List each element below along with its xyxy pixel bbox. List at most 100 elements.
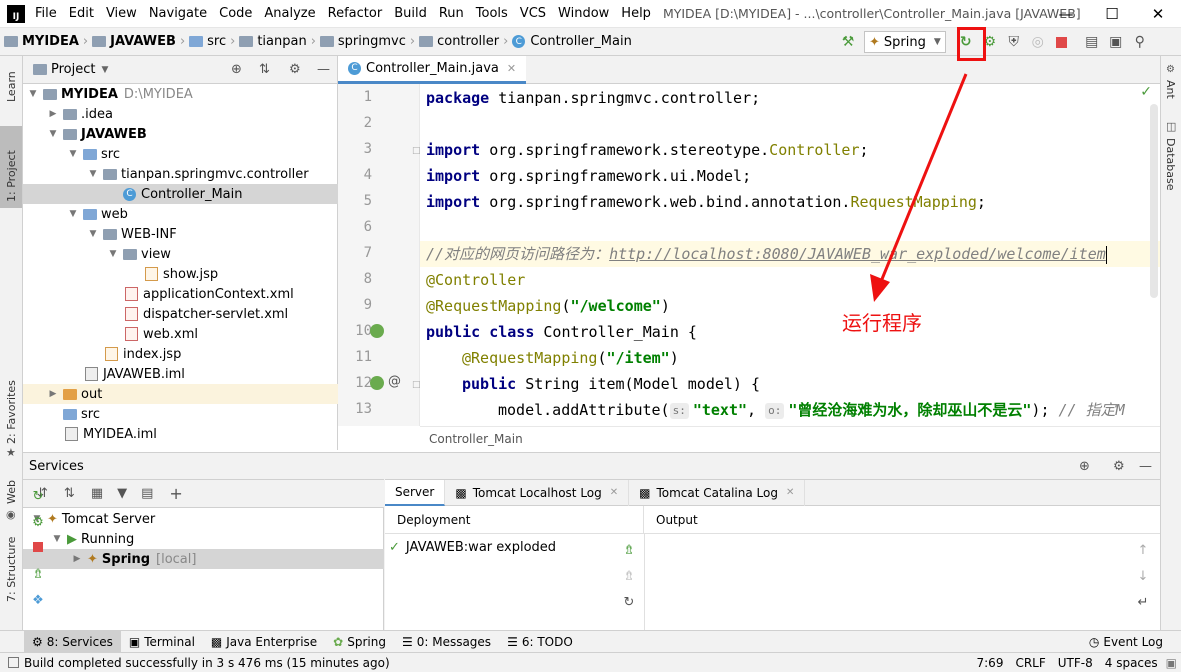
close-tab-icon[interactable]: ✕ (507, 62, 516, 75)
gear-icon[interactable]: ⚙ (1113, 459, 1125, 474)
caret-position[interactable]: 7:69 (977, 656, 1004, 670)
toolwin-services[interactable]: ⚙ 8: Services (24, 631, 121, 652)
build-hammer-icon[interactable]: ⚒ (836, 30, 860, 54)
tab-database[interactable]: Database (1164, 138, 1177, 191)
menu-refactor[interactable]: Refactor (328, 6, 383, 21)
tab-ant[interactable]: Ant (1164, 80, 1177, 99)
search-icon[interactable]: ⚲ (1128, 30, 1152, 54)
menu-file[interactable]: File (35, 6, 57, 21)
close-tab-icon[interactable]: ✕ (786, 487, 794, 498)
maximize-icon[interactable]: ☐ (1089, 0, 1135, 28)
lock-icon[interactable]: ▣ (1166, 656, 1177, 670)
crumb-controller-main[interactable]: Controller_Main (530, 34, 631, 49)
artifact-icon[interactable]: ❖ (28, 588, 48, 614)
editor-gutter[interactable]: 1 2 3 4 5 6 7 8 9 10 11 12 13 @ □ □ (338, 84, 421, 426)
new-tab-icon[interactable]: ▤ (141, 486, 153, 501)
refresh-icon[interactable]: ↻ (617, 590, 641, 616)
tree-item[interactable]: show.jsp (23, 264, 338, 284)
collapse-all-icon[interactable]: ⇅ (64, 486, 75, 501)
tree-item-tomcat[interactable]: ▼ ✦ Tomcat Server (23, 509, 384, 529)
status-message[interactable]: Build completed successfully in 3 s 476 … (24, 656, 390, 670)
menu-analyze[interactable]: Analyze (264, 6, 315, 21)
deploy-service-icon[interactable]: ⇯ (28, 562, 48, 588)
locate-icon[interactable]: ⊕ (231, 62, 242, 77)
close-tab-icon[interactable]: ✕ (610, 487, 618, 498)
crumb-springmvc[interactable]: springmvc (338, 34, 406, 49)
coverage-icon[interactable]: ⛨ (1002, 30, 1026, 54)
toolwin-event-log[interactable]: ◷ Event Log (1081, 631, 1171, 652)
menu-window[interactable]: Window (558, 6, 609, 21)
tree-item[interactable]: index.jsp (23, 344, 338, 364)
crumb-src[interactable]: src (207, 34, 226, 49)
hide-panel-icon[interactable]: — (317, 62, 330, 77)
run-config-select[interactable]: ✦ Spring ▼ (864, 31, 946, 53)
group-icon[interactable]: ▦ (91, 486, 103, 501)
add-service-icon[interactable]: ⊕ (1079, 459, 1090, 474)
tree-item[interactable]: web.xml (23, 324, 338, 344)
collapse-all-icon[interactable]: ⇅ (259, 62, 270, 77)
editor-scrollbar[interactable] (1150, 104, 1158, 298)
toolwin-spring[interactable]: ✿ Spring (325, 631, 394, 652)
tree-item[interactable]: ▼ MYIDEA D:\MYIDEA (23, 84, 338, 104)
filter-icon[interactable]: ▼ (117, 486, 127, 501)
add-icon[interactable]: + (169, 484, 182, 503)
tree-item[interactable]: ▼ web (23, 204, 338, 224)
editor-breadcrumb[interactable]: Controller_Main (420, 426, 1160, 452)
tree-item[interactable]: dispatcher-servlet.xml (23, 304, 338, 324)
toolwin-messages[interactable]: ☰ 0: Messages (394, 631, 499, 652)
minimize-icon[interactable]: — (1043, 0, 1089, 28)
tree-item-spring-selected[interactable]: ▶ ✦ Spring [local] (23, 549, 384, 569)
tree-item[interactable]: ▼ tianpan.springmvc.controller (23, 164, 338, 184)
tree-item[interactable]: MYIDEA.iml (23, 424, 338, 444)
menu-edit[interactable]: Edit (69, 6, 94, 21)
project-structure-icon[interactable]: ▤ (1080, 30, 1104, 54)
tree-item[interactable]: ▼ WEB-INF (23, 224, 338, 244)
code-editor[interactable]: package tianpan.springmvc.controller; im… (420, 84, 1160, 426)
tab-server[interactable]: Server (385, 479, 446, 506)
menu-tools[interactable]: Tools (476, 6, 508, 21)
scroll-down-icon[interactable]: ↓ (1131, 564, 1155, 590)
scroll-up-icon[interactable]: ↑ (1131, 538, 1155, 564)
profile-icon[interactable]: ◎ (1026, 30, 1050, 54)
tab-favorites[interactable]: 2: Favorites (5, 380, 18, 444)
tab-structure[interactable]: 7: Structure (5, 537, 18, 602)
tree-item[interactable]: src (23, 404, 338, 424)
menu-run[interactable]: Run (439, 6, 464, 21)
tree-item-selected[interactable]: C Controller_Main (23, 184, 338, 204)
tree-item[interactable]: JAVAWEB.iml (23, 364, 338, 384)
file-encoding[interactable]: UTF-8 (1058, 656, 1093, 670)
debug-service-icon[interactable]: ⚙ (28, 510, 48, 536)
indent-setting[interactable]: 4 spaces (1105, 656, 1158, 670)
toolwin-java-enterprise[interactable]: ▩ Java Enterprise (203, 631, 325, 652)
tree-item[interactable]: applicationContext.xml (23, 284, 338, 304)
soft-wrap-icon[interactable]: ↵ (1131, 590, 1155, 616)
menu-help[interactable]: Help (621, 6, 651, 21)
stop-service-icon[interactable] (28, 536, 48, 562)
stop-icon[interactable] (1050, 30, 1074, 54)
toolwin-terminal[interactable]: ▣ Terminal (121, 631, 203, 652)
deployment-item[interactable]: ✓ JAVAWEB:war exploded (385, 537, 556, 557)
close-icon[interactable]: ✕ (1135, 0, 1181, 28)
at-annotation-gutter-icon[interactable]: @ (388, 374, 401, 389)
crumb-tianpan[interactable]: tianpan (257, 34, 306, 49)
spring-bean-gutter-icon[interactable] (370, 376, 384, 390)
deploy-icon[interactable]: ⇯ (617, 538, 641, 564)
menu-build[interactable]: Build (394, 6, 427, 21)
project-panel-title[interactable]: Project (51, 62, 95, 77)
tree-item[interactable]: ▼ JAVAWEB (23, 124, 338, 144)
crumb-javaweb[interactable]: JAVAWEB (110, 34, 176, 49)
spring-bean-gutter-icon[interactable] (370, 324, 384, 338)
rerun-service-icon[interactable]: ↻ (28, 484, 48, 510)
line-separator[interactable]: CRLF (1015, 656, 1045, 670)
tab-web[interactable]: Web (5, 480, 18, 504)
undeploy-icon[interactable]: ⇯ (617, 564, 641, 590)
toolwin-todo[interactable]: ☰ 6: TODO (499, 631, 581, 652)
comment-url-link[interactable]: http://localhost:8080/JAVAWEB_war_explod… (609, 245, 1106, 263)
menu-view[interactable]: View (106, 6, 137, 21)
tree-item[interactable]: ▼ src (23, 144, 338, 164)
tree-item[interactable]: ▼ view (23, 244, 338, 264)
tree-item[interactable]: ▶ out (23, 384, 338, 404)
menu-code[interactable]: Code (219, 6, 252, 21)
tab-learn[interactable]: Learn (5, 71, 18, 102)
tree-item-running[interactable]: ▼ ▶ Running (23, 529, 384, 549)
